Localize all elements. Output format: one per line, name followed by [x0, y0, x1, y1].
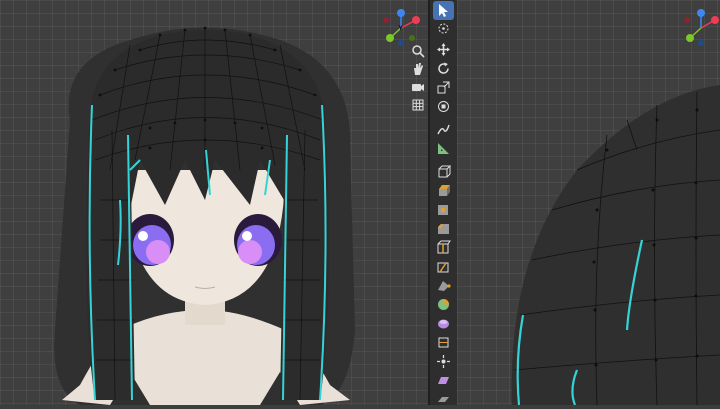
cursor-arrow-icon [439, 4, 448, 17]
spin-icon [438, 299, 449, 310]
edge-slide-tool[interactable] [433, 333, 454, 352]
loop-cut-tool[interactable] [433, 238, 454, 257]
move-tool[interactable] [433, 40, 454, 59]
rotate-tool[interactable] [433, 59, 454, 78]
pan-button[interactable] [409, 60, 427, 78]
extrude-tool[interactable] [433, 181, 454, 200]
measure-tool[interactable] [433, 139, 454, 158]
camera-icon [412, 84, 424, 91]
y-axis-icon[interactable] [686, 34, 694, 42]
svg-text:Y: Y [398, 25, 404, 32]
camera-view-button[interactable] [409, 78, 427, 96]
x-axis-icon[interactable] [412, 16, 420, 24]
shear-icon [438, 377, 449, 384]
shrink-fatten-tool[interactable] [433, 352, 454, 371]
magnifier-icon [412, 45, 425, 58]
move-arrows-icon [437, 43, 450, 56]
smooth-tool[interactable] [433, 314, 454, 333]
inset-faces-icon [438, 205, 448, 215]
left-3d-viewport[interactable]: Y [0, 0, 428, 405]
add-cube-tool[interactable] [433, 162, 454, 181]
character-mesh-front-view [54, 26, 356, 405]
poly-build-icon [438, 281, 451, 291]
rotate-icon [438, 62, 449, 74]
x-axis-icon[interactable] [711, 16, 719, 24]
select-tool[interactable] [433, 1, 454, 20]
cursor-tool[interactable] [433, 19, 454, 38]
perspective-toggle-button[interactable] [409, 96, 427, 114]
knife-tool[interactable] [433, 257, 454, 276]
extrude-icon [439, 185, 450, 196]
hand-icon [414, 63, 423, 75]
annotate-tool[interactable] [433, 120, 454, 139]
z-axis-icon[interactable] [697, 9, 705, 17]
tool-shelf [430, 0, 457, 405]
y-axis-icon[interactable] [386, 34, 394, 42]
3d-cursor-icon [438, 23, 449, 34]
transform-icon [438, 101, 449, 112]
zoom-button[interactable] [409, 42, 427, 60]
right-3d-viewport[interactable] [457, 0, 720, 405]
scale-icon [437, 81, 450, 94]
z-axis-icon[interactable] [397, 9, 405, 17]
scale-tool[interactable] [433, 78, 454, 97]
spin-tool[interactable] [433, 295, 454, 314]
shrink-fatten-icon [437, 355, 450, 368]
ruler-icon [438, 143, 449, 154]
loop-cut-icon [437, 240, 451, 254]
rip-region-tool[interactable] [433, 390, 454, 409]
poly-build-tool[interactable] [433, 276, 454, 295]
bevel-icon [438, 224, 449, 234]
shear-tool[interactable] [433, 371, 454, 390]
edge-slide-icon [438, 337, 449, 348]
transform-tool[interactable] [433, 97, 454, 116]
hair-mesh-closeup [511, 85, 720, 405]
smooth-vertices-icon [438, 319, 449, 329]
knife-icon [437, 262, 449, 273]
navigation-gizmo-right[interactable] [683, 8, 720, 48]
pencil-icon [437, 124, 450, 135]
grid-icon [412, 99, 424, 111]
inset-tool[interactable] [433, 200, 454, 219]
bevel-tool[interactable] [433, 219, 454, 238]
add-cube-icon [438, 165, 451, 178]
